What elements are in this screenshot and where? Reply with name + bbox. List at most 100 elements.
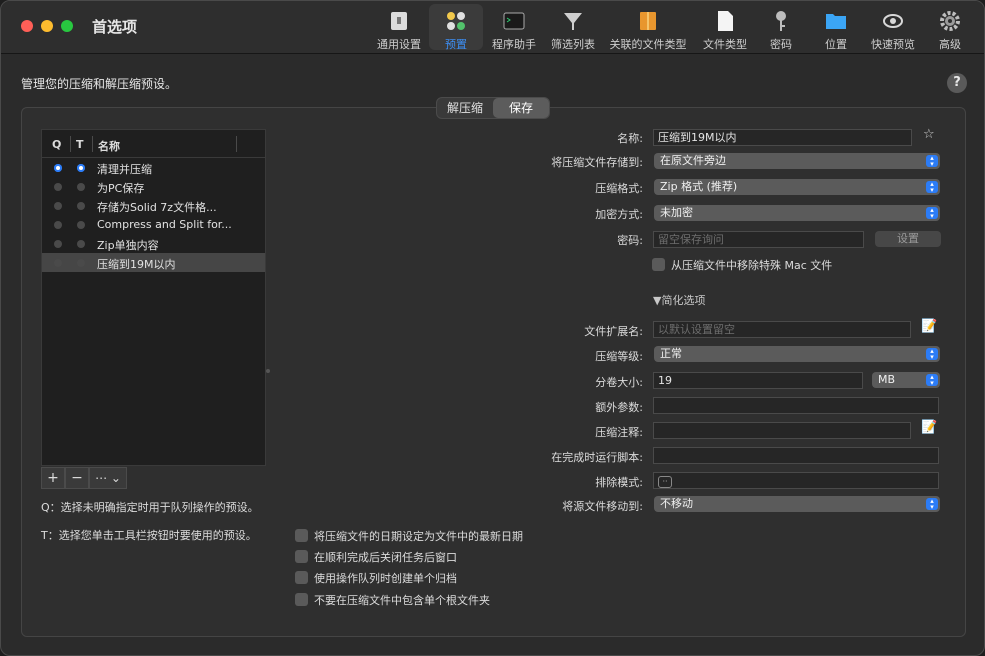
- format-popup[interactable]: Zip 格式 (推荐) ▴ ▾: [654, 179, 940, 195]
- document-icon: [718, 11, 733, 31]
- edit-icon[interactable]: 📝: [921, 420, 937, 435]
- queue-default-radio[interactable]: [54, 221, 62, 229]
- toolbar-default-radio[interactable]: [77, 259, 85, 267]
- gear-icon: [940, 11, 960, 31]
- set-password-button[interactable]: 设置: [875, 231, 941, 247]
- level-popup[interactable]: 正常 ▴ ▾: [654, 346, 940, 362]
- preset-name: 清理并压缩: [97, 163, 152, 176]
- volume-size-field[interactable]: 19: [653, 372, 863, 389]
- queue-default-radio[interactable]: [54, 183, 62, 191]
- level-value: 正常: [660, 347, 682, 360]
- tab-label: 程序助手: [492, 38, 536, 51]
- chevron-updown-icon: ▴ ▾: [926, 348, 938, 361]
- tab-filter-list[interactable]: 筛选列表: [545, 4, 601, 51]
- remove-mac-files-label: 从压缩文件中移除特殊 Mac 文件: [671, 259, 833, 272]
- tab-label: 快速预览: [871, 38, 915, 51]
- more-actions-button[interactable]: ⋯ ⌄: [89, 467, 127, 489]
- comment-field[interactable]: [653, 422, 911, 439]
- list-item[interactable]: 压缩到19M以内: [42, 253, 265, 272]
- preferences-window: 首选项 通用设置 预置 程序助手 筛选列表 关联的文件类型 文件类型 密码 位置…: [0, 0, 985, 656]
- name-label: 名称:: [617, 132, 643, 145]
- note-t: T：选择您单击工具栏按钮时要使用的预设。: [41, 529, 257, 542]
- list-item[interactable]: 为PC保存: [42, 177, 265, 196]
- single-archive-checkbox[interactable]: [295, 571, 308, 584]
- add-preset-button[interactable]: +: [41, 467, 65, 489]
- list-item[interactable]: Compress and Split for...: [42, 215, 265, 234]
- minimize-window-button[interactable]: [41, 20, 53, 32]
- set-latest-date-checkbox[interactable]: [295, 529, 308, 542]
- tab-program-helper[interactable]: 程序助手: [487, 4, 541, 51]
- page-subtitle: 管理您的压缩和解压缩预设。: [21, 77, 178, 91]
- tab-label: 通用设置: [377, 38, 421, 51]
- chevron-updown-icon: ▴ ▾: [926, 374, 938, 387]
- save-to-label: 将压缩文件存储到:: [551, 156, 643, 169]
- toolbar-default-radio[interactable]: [77, 183, 85, 191]
- list-item[interactable]: 清理并压缩: [42, 158, 265, 177]
- queue-default-radio[interactable]: [54, 164, 62, 172]
- tab-location[interactable]: 位置: [811, 4, 861, 51]
- script-field[interactable]: [653, 447, 939, 464]
- chevron-updown-icon: ▴ ▾: [926, 155, 938, 168]
- extra-params-field[interactable]: [653, 397, 939, 414]
- tab-label: 筛选列表: [551, 38, 595, 51]
- close-on-success-checkbox[interactable]: [295, 550, 308, 563]
- extension-field[interactable]: 以默认设置留空: [653, 321, 911, 338]
- toolbar-default-radio[interactable]: [77, 164, 85, 172]
- queue-default-radio[interactable]: [54, 259, 62, 267]
- preset-name: Zip单独内容: [97, 239, 159, 252]
- list-item[interactable]: 存储为Solid 7z文件格...: [42, 196, 265, 215]
- queue-default-radio[interactable]: [54, 202, 62, 210]
- extra-params-label: 额外参数:: [595, 401, 643, 414]
- help-button[interactable]: ?: [947, 73, 967, 93]
- toolbar-default-radio[interactable]: [77, 221, 85, 229]
- tab-quick-look[interactable]: 快速预览: [865, 4, 921, 51]
- remove-preset-button[interactable]: −: [65, 467, 89, 489]
- edit-icon[interactable]: 📝: [921, 319, 937, 334]
- move-source-label: 将源文件移动到:: [562, 500, 643, 513]
- archive-icon: [640, 12, 656, 30]
- tab-associated-file-types[interactable]: 关联的文件类型: [605, 4, 691, 51]
- tab-advanced[interactable]: 高级: [927, 4, 973, 51]
- volume-label: 分卷大小:: [595, 376, 643, 389]
- tab-presets[interactable]: 预置: [429, 4, 483, 51]
- column-t[interactable]: T: [76, 138, 84, 151]
- save-to-popup[interactable]: 在原文件旁边 ▴ ▾: [654, 153, 940, 169]
- segment-save[interactable]: 保存: [493, 98, 549, 118]
- name-field[interactable]: 压缩到19M以内: [653, 129, 912, 146]
- volume-unit-popup[interactable]: MB ▴ ▾: [872, 372, 940, 388]
- column-q[interactable]: Q: [52, 138, 61, 151]
- save-to-value: 在原文件旁边: [660, 154, 726, 167]
- tab-password[interactable]: 密码: [757, 4, 805, 51]
- close-window-button[interactable]: [21, 20, 33, 32]
- column-name[interactable]: 名称: [98, 138, 120, 154]
- encryption-label: 加密方式:: [595, 208, 643, 221]
- close-on-success-label: 在顺利完成后关闭任务后窗口: [314, 551, 457, 564]
- favorite-star-icon[interactable]: ☆: [923, 127, 935, 142]
- encryption-value: 未加密: [660, 206, 693, 219]
- format-value: Zip 格式 (推荐): [660, 180, 738, 193]
- list-item[interactable]: Zip单独内容: [42, 234, 265, 253]
- toolbar-default-radio[interactable]: [77, 240, 85, 248]
- queue-default-radio[interactable]: [54, 240, 62, 248]
- segment-decompress[interactable]: 解压缩: [437, 98, 493, 118]
- exclude-field[interactable]: ··: [653, 472, 939, 489]
- terminal-icon: [503, 12, 525, 30]
- chevron-updown-icon: ▴ ▾: [926, 498, 938, 511]
- password-field[interactable]: 留空保存询问: [653, 231, 864, 248]
- tab-label: 预置: [445, 38, 467, 51]
- split-handle[interactable]: [266, 369, 270, 373]
- password-label: 密码:: [617, 234, 643, 247]
- zoom-window-button[interactable]: [61, 20, 73, 32]
- tab-general-settings[interactable]: 通用设置: [371, 4, 427, 51]
- remove-mac-files-checkbox[interactable]: [652, 258, 665, 271]
- simplify-options-disclosure[interactable]: ▼简化选项: [653, 292, 705, 308]
- no-root-folder-checkbox[interactable]: [295, 593, 308, 606]
- move-source-popup[interactable]: 不移动 ▴ ▾: [654, 496, 940, 512]
- eye-icon: [883, 14, 903, 28]
- preset-list[interactable]: Q T 名称 清理并压缩 为PC保存 存储为Solid 7z文件格... Compre…: [41, 129, 266, 466]
- tab-file-types[interactable]: 文件类型: [697, 4, 753, 51]
- encryption-popup[interactable]: 未加密 ▴ ▾: [654, 205, 940, 221]
- window-title: 首选项: [92, 18, 138, 36]
- toolbar-default-radio[interactable]: [77, 202, 85, 210]
- single-archive-label: 使用操作队列时创建单个归档: [314, 572, 457, 585]
